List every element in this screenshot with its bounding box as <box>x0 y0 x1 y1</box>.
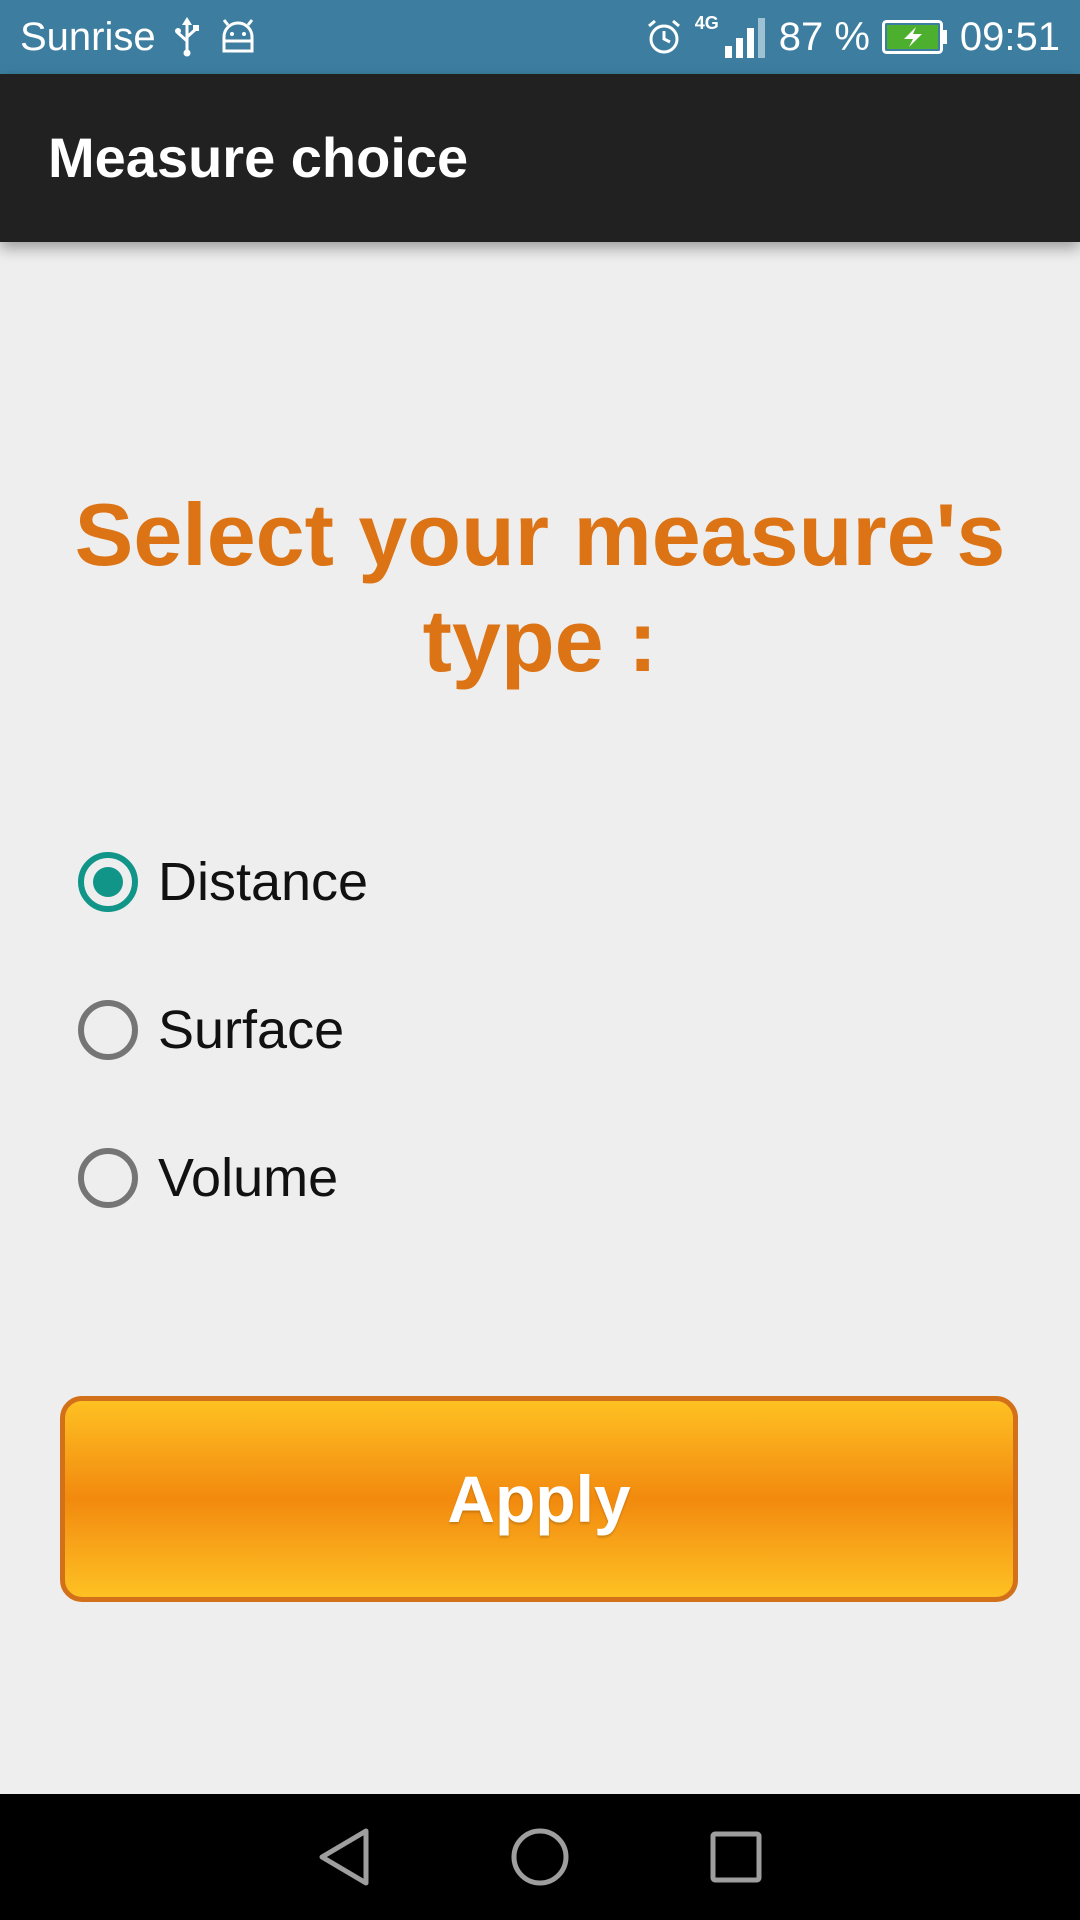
clock: 09:51 <box>959 14 1060 59</box>
option-label-volume[interactable]: Volume <box>158 1147 338 1209</box>
main-content: Select your measure's type : Distance Su… <box>0 242 1080 1794</box>
android-debug-icon <box>218 19 258 55</box>
status-left: Sunrise <box>20 15 258 60</box>
battery-percent: 87 % <box>778 14 870 59</box>
usb-icon <box>174 17 200 57</box>
home-icon[interactable] <box>506 1823 574 1891</box>
battery-charging-icon <box>881 20 948 54</box>
network-type: 4G <box>694 12 719 33</box>
option-label-surface[interactable]: Surface <box>158 999 344 1061</box>
recents-icon[interactable] <box>702 1823 770 1891</box>
option-distance[interactable]: Distance <box>78 808 368 956</box>
carrier-name: Sunrise <box>20 14 156 59</box>
radio-surface[interactable] <box>78 1000 138 1060</box>
alarm-icon <box>645 18 683 56</box>
option-volume[interactable]: Volume <box>78 1104 368 1252</box>
measure-type-radio-group: Distance Surface Volume <box>78 808 368 1252</box>
radio-distance[interactable] <box>78 852 138 912</box>
radio-selected-dot <box>93 867 123 897</box>
status-bar: Sunrise 4G 87 % 09:51 <box>0 0 1080 74</box>
status-right: 4G 87 % 09:51 <box>645 12 1060 60</box>
page-title: Measure choice <box>48 126 469 189</box>
option-label-distance[interactable]: Distance <box>158 851 368 913</box>
app-bar: Measure choice <box>0 74 1080 242</box>
navigation-bar <box>0 1794 1080 1920</box>
signal-icon <box>723 16 767 58</box>
radio-volume[interactable] <box>78 1148 138 1208</box>
back-icon[interactable] <box>310 1823 378 1891</box>
option-surface[interactable]: Surface <box>78 956 368 1104</box>
apply-button[interactable]: Apply <box>60 1396 1018 1602</box>
measure-type-heading: Select your measure's type : <box>74 485 1006 690</box>
